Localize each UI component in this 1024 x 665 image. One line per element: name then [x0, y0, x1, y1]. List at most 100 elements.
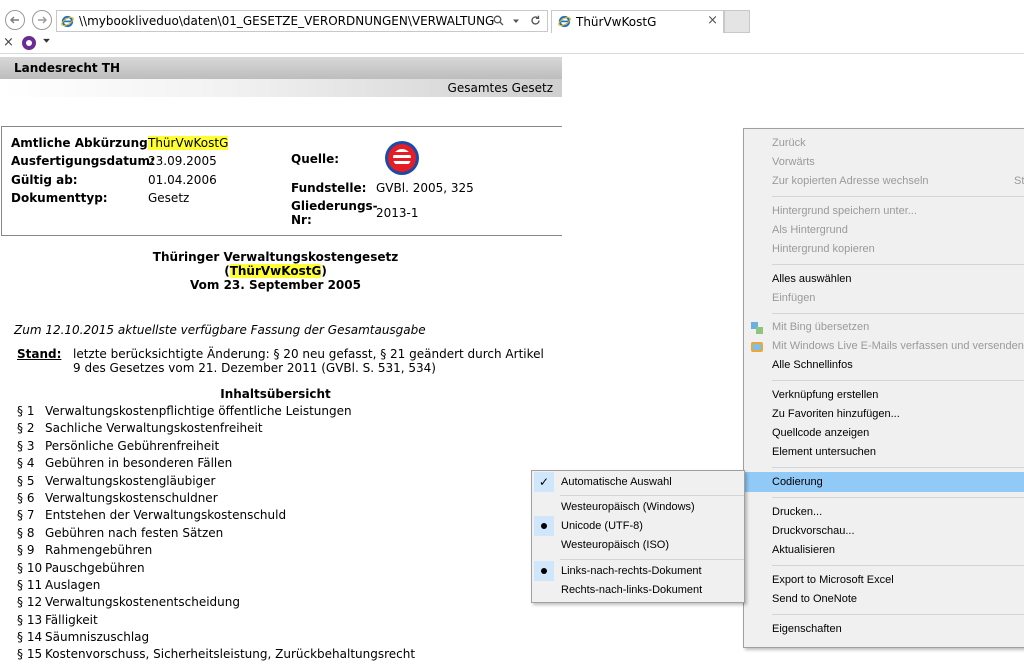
menu-item-als-hintergrund[interactable]: Als Hintergrund	[772, 224, 848, 236]
menu-item-quellcode[interactable]: Quellcode anzeigen	[772, 427, 869, 439]
toc-title[interactable]: Persönliche Gebührenfreiheit	[45, 439, 219, 453]
toc-item[interactable]: § 3 Persönliche Gebührenfreiheit	[17, 439, 415, 456]
toc-title[interactable]: Gebühren nach festen Sätzen	[45, 526, 223, 540]
paren-open: (	[224, 264, 230, 278]
menu-item-druckvorschau[interactable]: Druckvorschau...	[772, 525, 855, 537]
toc-number: § 13	[17, 612, 43, 627]
gliederung-value: 2013-1	[376, 206, 419, 220]
toc-number: § 6	[17, 490, 35, 505]
menu-item-alles-auswaehlen[interactable]: Alles auswählen	[772, 273, 852, 285]
check-icon: ✓	[534, 472, 554, 492]
addon-icon[interactable]	[22, 36, 36, 50]
close-icon[interactable]: ×	[3, 35, 14, 50]
back-button[interactable]	[5, 10, 25, 30]
menu-item-hintergrund-speichern[interactable]: Hintergrund speichern unter...	[772, 205, 917, 217]
forward-button[interactable]	[32, 10, 52, 30]
menu-item-onenote[interactable]: Send to OneNote	[772, 593, 857, 605]
metadata-box: Amtliche Abkürzung: ThürVwKostG Ausferti…	[1, 126, 562, 236]
radio-dot-icon	[534, 516, 554, 536]
menu-item-verknuepfung[interactable]: Verknüpfung erstellen	[772, 389, 878, 401]
menu-item-eigenschaften[interactable]: Eigenschaften	[772, 623, 842, 635]
submenu-item-westeuropaeisch-iso[interactable]: Westeuropäisch (ISO)	[561, 539, 669, 551]
toc-item[interactable]: § 7 Entstehen der Verwaltungskostenschuld	[17, 508, 415, 525]
address-url[interactable]: \\mybookliveduo\daten\01_GESETZE_VERORDN…	[79, 14, 495, 28]
law-title-line1: Thüringer Verwaltungskostengesetz	[152, 250, 399, 264]
toc-title[interactable]: Gebühren in besonderen Fällen	[45, 456, 232, 470]
toc-title[interactable]: Fälligkeit	[45, 613, 98, 627]
toc-number: § 3	[17, 438, 35, 453]
dropdown-arrow-icon[interactable]	[512, 17, 520, 25]
toc-title[interactable]: Verwaltungskostenpflichtige öffentliche …	[45, 404, 352, 418]
menu-separator	[772, 313, 1024, 314]
toc-item[interactable]: § 6 Verwaltungskostenschuldner	[17, 491, 415, 508]
toc-title[interactable]: Kostenvorschuss, Sicherheitsleistung, Zu…	[45, 647, 415, 661]
toc-title[interactable]: Verwaltungskostenschuldner	[45, 491, 218, 505]
toc-item[interactable]: § 2 Sachliche Verwaltungskostenfreiheit	[17, 421, 415, 438]
arrow-left-icon	[10, 16, 19, 24]
address-bar[interactable]: \\mybookliveduo\daten\01_GESETZE_VERORDN…	[56, 10, 548, 32]
internet-explorer-icon	[558, 15, 571, 28]
toc-item[interactable]: § 15 Kostenvorschuss, Sicherheitsleistung…	[17, 647, 415, 664]
menu-separator	[772, 565, 1024, 566]
toc-item[interactable]: § 4 Gebühren in besonderen Fällen	[17, 456, 415, 473]
toc-item[interactable]: § 10 Pauschgebühren	[17, 561, 415, 578]
menu-item-hintergrund-kopieren[interactable]: Hintergrund kopieren	[772, 243, 875, 255]
menu-shortcut: Str	[1014, 175, 1024, 187]
toc-number: § 5	[17, 473, 35, 488]
toc-item[interactable]: § 11 Auslagen	[17, 578, 415, 595]
menu-item-bing[interactable]: Mit Bing übersetzen	[772, 321, 869, 333]
toc-item[interactable]: § 14 Säumniszuschlag	[17, 630, 415, 647]
abk-value: ThürVwKostG	[148, 136, 229, 150]
menu-item-export-excel[interactable]: Export to Microsoft Excel	[772, 574, 894, 586]
submenu-item-westeuropaeisch-windows[interactable]: Westeuropäisch (Windows)	[561, 501, 695, 513]
toc-title[interactable]: Verwaltungskostengläubiger	[45, 474, 215, 488]
new-tab-button[interactable]	[724, 10, 750, 33]
toc-title[interactable]: Rahmengebühren	[45, 543, 152, 557]
gesamtes-gesetz-link[interactable]: Gesamtes Gesetz	[448, 81, 553, 95]
thuringia-seal-icon	[385, 141, 419, 175]
submenu-item-rtl[interactable]: Rechts-nach-links-Dokument	[561, 584, 702, 596]
toc-number: § 2	[17, 421, 35, 436]
toc-title[interactable]: Auslagen	[45, 578, 100, 592]
toc-title[interactable]: Pauschgebühren	[45, 561, 145, 575]
menu-item-einfuegen[interactable]: Einfügen	[772, 292, 815, 304]
menu-item-schnellinfos[interactable]: Alle Schnellinfos	[772, 359, 853, 371]
menu-item-windows-live[interactable]: Mit Windows Live E-Mails verfassen und v…	[772, 340, 1024, 352]
toc-item[interactable]: § 5 Verwaltungskostengläubiger	[17, 474, 415, 491]
search-icon[interactable]	[493, 15, 504, 26]
menu-item-vorwaerts[interactable]: Vorwärts	[772, 156, 815, 168]
toc-number: § 12	[17, 595, 43, 610]
menu-item-zur-kopierten-adresse[interactable]: Zur kopierten Adresse wechseln	[772, 175, 929, 187]
menu-item-favoriten[interactable]: Zu Favoriten hinzufügen...	[772, 408, 900, 420]
toc-item[interactable]: § 13 Fälligkeit	[17, 613, 415, 630]
addon-dropdown-icon[interactable]	[42, 36, 51, 45]
quelle-label: Quelle:	[291, 152, 340, 166]
tab-title: ThürVwKostG	[576, 15, 657, 29]
submenu-item-automatisch[interactable]: Automatische Auswahl	[561, 476, 672, 488]
toc-item[interactable]: § 8 Gebühren nach festen Sätzen	[17, 526, 415, 543]
menu-item-element-untersuchen[interactable]: Element untersuchen	[772, 446, 876, 458]
toc-title[interactable]: Entstehen der Verwaltungskostenschuld	[45, 508, 286, 522]
toc-item[interactable]: § 9 Rahmengebühren	[17, 543, 415, 560]
toc-number: § 11	[17, 577, 43, 592]
menu-item-zurueck[interactable]: Zurück	[772, 137, 806, 149]
browser-tab[interactable]: ThürVwKostG ×	[551, 10, 724, 33]
toc-number: § 7	[17, 508, 35, 523]
toc-title[interactable]: Säumniszuschlag	[45, 630, 149, 644]
refresh-icon[interactable]	[530, 15, 541, 26]
menu-separator	[772, 497, 1024, 498]
menu-item-codierung[interactable]: Codierung	[772, 476, 823, 488]
submenu-item-ltr[interactable]: Links-nach-rechts-Dokument	[561, 565, 702, 577]
land-header-bar: Landesrecht TH	[0, 57, 562, 79]
gesamt-bar: Gesamtes Gesetz	[0, 79, 562, 97]
gliederung-label-2: Nr:	[291, 213, 312, 227]
menu-item-drucken[interactable]: Drucken...	[772, 506, 822, 518]
toc-item[interactable]: § 12 Verwaltungskostenentscheidung	[17, 595, 415, 612]
menu-item-aktualisieren[interactable]: Aktualisieren	[772, 544, 835, 556]
check-glyph: ✓	[538, 475, 550, 489]
toc-title[interactable]: Sachliche Verwaltungskostenfreiheit	[45, 421, 263, 435]
submenu-item-unicode[interactable]: Unicode (UTF-8)	[561, 520, 643, 532]
toc-title[interactable]: Verwaltungskostenentscheidung	[45, 595, 240, 609]
toc-item[interactable]: § 1 Verwaltungskostenpflichtige öffentlic…	[17, 404, 415, 421]
close-tab-icon[interactable]: ×	[707, 13, 718, 28]
